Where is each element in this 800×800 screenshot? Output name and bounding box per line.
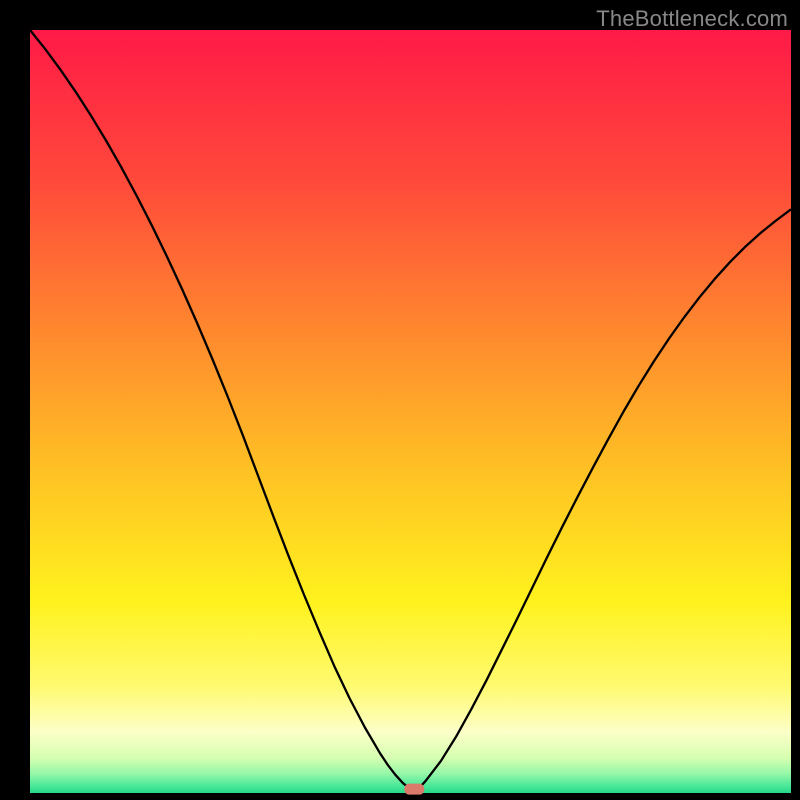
plot-background — [30, 30, 791, 793]
optimum-marker — [404, 784, 424, 795]
chart-frame: TheBottleneck.com — [0, 0, 800, 800]
bottleneck-chart — [0, 0, 800, 800]
watermark-text: TheBottleneck.com — [596, 6, 788, 32]
